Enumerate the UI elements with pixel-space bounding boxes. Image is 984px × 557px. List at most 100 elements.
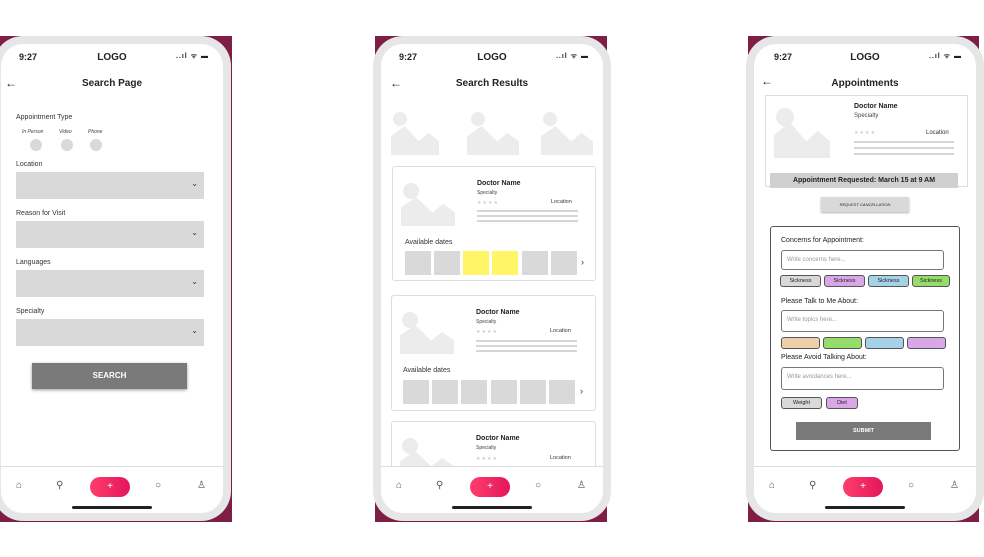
text-placeholder-line <box>477 215 578 217</box>
specialty-label: Specialty <box>16 308 45 315</box>
chevron-right-icon[interactable]: › <box>581 257 584 267</box>
available-dates-label: Available dates <box>405 239 453 246</box>
radio-video[interactable] <box>61 139 73 151</box>
rating-stars-icon: ★★★★ <box>476 329 498 335</box>
talk-about-input[interactable]: Write topics here... <box>781 310 944 332</box>
page-title: Search Results <box>455 78 529 89</box>
page-title: Search Page <box>81 78 143 89</box>
profile-icon[interactable]: ♙ <box>577 480 586 491</box>
rating-stars-icon: ★★★★ <box>477 200 499 206</box>
image-placeholder-icon <box>467 126 519 155</box>
talk-topic-chip[interactable] <box>907 337 946 349</box>
rating-stars-icon: ★★★★ <box>476 456 498 462</box>
profile-icon[interactable]: ♙ <box>950 480 959 491</box>
home-icon[interactable]: ⌂ <box>396 480 402 491</box>
search-icon[interactable]: ⚲ <box>436 480 443 491</box>
talk-topic-chip[interactable] <box>865 337 904 349</box>
available-dates-label: Available dates <box>403 367 451 374</box>
radio-in-person[interactable] <box>30 139 42 151</box>
text-placeholder-line <box>476 350 577 352</box>
search-icon[interactable]: ⚲ <box>809 480 816 491</box>
date-slot[interactable] <box>551 251 577 275</box>
search-button[interactable]: SEARCH <box>32 363 187 389</box>
concern-chip[interactable]: Sickness <box>824 275 865 287</box>
image-placeholder-icon <box>541 126 593 155</box>
screen-search-page: 9:27 LOGO ..ıl ᯤ ▬ ← Search Page Appoint… <box>1 44 223 513</box>
text-placeholder-line <box>477 220 578 222</box>
text-placeholder-line <box>476 340 577 342</box>
image-placeholder-icon <box>391 126 439 155</box>
doctor-specialty: Specialty <box>476 445 497 451</box>
status-bar: 9:27 LOGO ..ıl ᯤ ▬ <box>754 44 976 68</box>
doctor-specialty: Specialty <box>854 113 879 119</box>
date-slot[interactable] <box>549 380 575 404</box>
concern-chip[interactable]: Sickness <box>868 275 909 287</box>
radio-phone[interactable] <box>90 139 102 151</box>
date-slot[interactable] <box>522 251 548 275</box>
request-cancellation-button[interactable]: REQUEST CANCELLATION <box>821 197 909 212</box>
chevron-down-icon: ⌄ <box>191 277 198 286</box>
date-slot-selected[interactable] <box>492 251 518 275</box>
doctor-location: Location <box>551 199 572 205</box>
avoid-chip[interactable]: Weight <box>781 397 822 409</box>
bottom-nav: ⌂ ⚲ + ○ ♙ <box>381 466 603 513</box>
avoid-chip[interactable]: Diet <box>826 397 858 409</box>
chevron-down-icon: ⌄ <box>191 179 198 188</box>
home-indicator <box>452 506 532 509</box>
option-video-label: Video <box>59 129 72 135</box>
doctor-location: Location <box>550 455 571 461</box>
search-icon[interactable]: ⚲ <box>56 480 63 491</box>
profile-icon[interactable]: ♙ <box>197 480 206 491</box>
concerns-label: Concerns for Appointment: <box>781 237 864 244</box>
date-slot[interactable] <box>491 380 517 404</box>
languages-dropdown[interactable]: ⌄ <box>16 270 204 297</box>
concern-chip[interactable]: Sickness <box>780 275 821 287</box>
add-button[interactable]: + <box>470 477 510 497</box>
location-dropdown[interactable]: ⌄ <box>16 172 204 199</box>
image-placeholder-icon <box>543 112 557 126</box>
image-placeholder-icon <box>403 183 419 199</box>
date-slot[interactable] <box>461 380 487 404</box>
text-placeholder-line <box>477 210 578 212</box>
doctor-card[interactable]: Doctor Name Specialty ★★★★ Location Avai… <box>392 166 596 281</box>
chat-icon[interactable]: ○ <box>535 480 541 491</box>
signal-icon: ..ıl ᯤ ▬ <box>928 53 962 60</box>
date-slot[interactable] <box>403 380 429 404</box>
specialty-dropdown[interactable]: ⌄ <box>16 319 204 346</box>
chat-icon[interactable]: ○ <box>155 480 161 491</box>
avoid-label: Please Avoid Talking About: <box>781 354 867 361</box>
doctor-specialty: Specialty <box>476 319 497 325</box>
concerns-input[interactable]: Write concerns here... <box>781 250 944 270</box>
talk-topic-chip[interactable] <box>781 337 820 349</box>
date-slot[interactable] <box>432 380 458 404</box>
phone-search-results: 9:27 LOGO ..ıl ᯤ ▬ ← Search Results Doct… <box>373 36 611 521</box>
doctor-name: Doctor Name <box>476 435 520 442</box>
date-slot[interactable] <box>434 251 460 275</box>
doctor-name: Doctor Name <box>477 180 521 187</box>
signal-icon: ..ıl ᯤ ▬ <box>175 53 209 60</box>
image-placeholder-icon <box>471 112 485 126</box>
date-slot[interactable] <box>520 380 546 404</box>
page-header: ← Search Results <box>381 76 603 94</box>
submit-button[interactable]: SUBMIT <box>796 422 931 440</box>
phone-appointments: 9:27 LOGO ..ıl ᯤ ▬ ← Appointments Doctor… <box>746 36 984 521</box>
signal-icon: ..ıl ᯤ ▬ <box>555 53 589 60</box>
home-icon[interactable]: ⌂ <box>769 480 775 491</box>
date-slot-selected[interactable] <box>463 251 489 275</box>
chevron-right-icon[interactable]: › <box>580 386 583 396</box>
add-button[interactable]: + <box>90 477 130 497</box>
date-slot[interactable] <box>405 251 431 275</box>
concern-chip[interactable]: Sickness <box>912 275 950 287</box>
chevron-down-icon: ⌄ <box>191 228 198 237</box>
home-indicator <box>825 506 905 509</box>
avoid-input[interactable]: Write avoidances here... <box>781 367 944 390</box>
screen-search-results: 9:27 LOGO ..ıl ᯤ ▬ ← Search Results Doct… <box>381 44 603 513</box>
reason-dropdown[interactable]: ⌄ <box>16 221 204 248</box>
talk-topic-chip[interactable] <box>823 337 862 349</box>
add-button[interactable]: + <box>843 477 883 497</box>
home-icon[interactable]: ⌂ <box>16 480 22 491</box>
chat-icon[interactable]: ○ <box>908 480 914 491</box>
doctor-name: Doctor Name <box>854 103 898 110</box>
doctor-card[interactable]: Doctor Name Specialty ★★★★ Location Avai… <box>391 295 596 411</box>
location-label: Location <box>16 161 43 168</box>
